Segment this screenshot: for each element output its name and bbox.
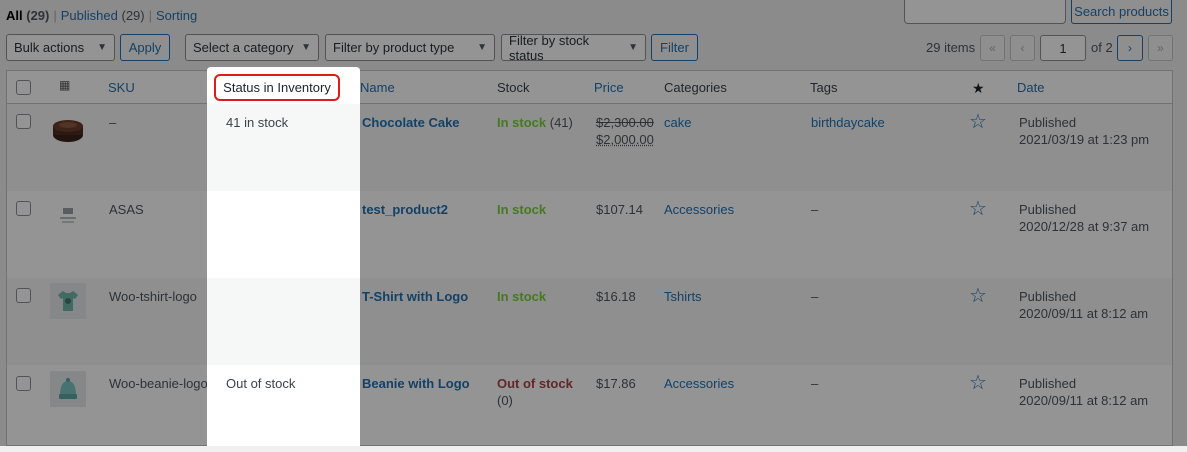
inventory-value: Out of stock — [226, 376, 296, 391]
status-in-inventory-column: Status in Inventory 41 in stock Out of s… — [207, 67, 360, 446]
inventory-cell: 41 in stock — [207, 104, 360, 191]
inventory-value: 41 in stock — [226, 115, 289, 130]
status-in-inventory-highlight[interactable]: Status in Inventory — [214, 74, 340, 101]
dim-overlay — [0, 0, 1187, 446]
inventory-cell — [207, 191, 360, 278]
inventory-cell: Out of stock — [207, 365, 360, 446]
inventory-cell — [207, 278, 360, 365]
status-in-inventory-header: Status in Inventory — [207, 67, 360, 104]
